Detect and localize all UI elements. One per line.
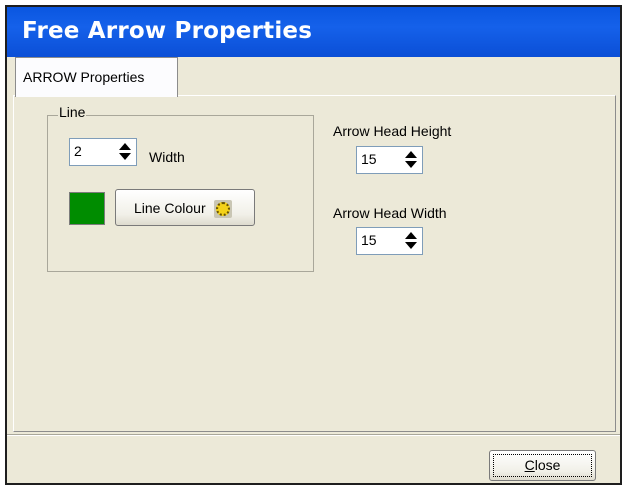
arrow-head-width-label: Arrow Head Width <box>333 205 447 221</box>
spin-up-icon[interactable] <box>405 232 417 239</box>
tab-arrow-properties[interactable]: ARROW Properties <box>15 57 178 97</box>
color-palette-icon <box>214 200 232 218</box>
footer-separator <box>7 434 620 436</box>
up-down-arrow-icon[interactable] <box>114 139 136 165</box>
arrow-head-width-spinner[interactable]: 15 <box>356 227 423 255</box>
dialog-window: Free Arrow Properties ARROW Properties L… <box>5 5 622 485</box>
line-colour-swatch <box>69 192 105 225</box>
tab-label: ARROW Properties <box>23 69 145 85</box>
up-down-arrow-icon[interactable] <box>400 147 422 173</box>
close-label-rest: lose <box>534 457 561 473</box>
palette-ring-icon <box>216 202 230 216</box>
spin-down-icon[interactable] <box>405 161 417 168</box>
up-down-arrow-icon[interactable] <box>400 228 422 254</box>
line-colour-button[interactable]: Line Colour <box>115 189 255 226</box>
arrow-head-height-value: 15 <box>361 151 377 167</box>
line-colour-button-label: Line Colour <box>134 200 206 216</box>
line-width-value: 2 <box>74 143 82 159</box>
line-width-label: Width <box>149 149 185 165</box>
title-bar[interactable]: Free Arrow Properties <box>7 7 620 57</box>
spin-down-icon[interactable] <box>119 153 131 160</box>
spin-up-icon[interactable] <box>119 143 131 150</box>
line-width-spinner[interactable]: 2 <box>69 138 137 166</box>
arrow-head-height-label: Arrow Head Height <box>333 123 452 139</box>
arrow-head-width-value: 15 <box>361 232 377 248</box>
close-button-label: Close <box>490 457 595 473</box>
window-title: Free Arrow Properties <box>22 18 313 44</box>
arrow-head-height-spinner[interactable]: 15 <box>356 146 423 174</box>
spin-down-icon[interactable] <box>405 242 417 249</box>
close-mnemonic: C <box>524 457 535 473</box>
line-group-legend: Line <box>58 104 87 120</box>
close-button[interactable]: Close <box>489 450 596 481</box>
spin-up-icon[interactable] <box>405 151 417 158</box>
